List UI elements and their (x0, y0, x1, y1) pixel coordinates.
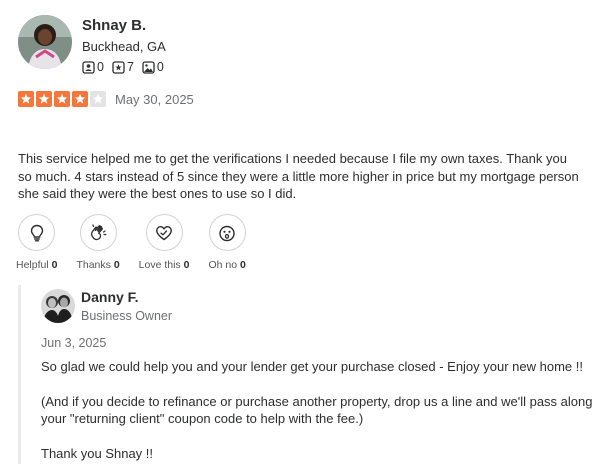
helpful-reaction[interactable]: Helpful 0 (16, 214, 57, 271)
reviews-count: 7 (126, 60, 134, 74)
star-icon (54, 91, 70, 107)
love-this-reaction[interactable]: Love this 0 (138, 214, 190, 271)
oh-no-reaction[interactable]: Oh no 0 (208, 214, 246, 271)
rating-row: May 30, 2025 (18, 91, 194, 107)
owner-response-text: So glad we could help you and your lende… (41, 358, 606, 464)
star-icon (18, 91, 34, 107)
helpful-button[interactable] (18, 214, 56, 251)
review-date: May 30, 2025 (115, 91, 194, 107)
owner-role: Business Owner (81, 309, 173, 323)
reviewer-stats: 0 7 0 (82, 59, 172, 75)
reviewer-name[interactable]: Shnay B. (82, 17, 172, 35)
star-rating (18, 91, 108, 107)
reaction-buttons: Helpful 0 Thanks 0 Love this 0 Oh no 0 (16, 214, 265, 271)
thanks-reaction[interactable]: Thanks 0 (76, 214, 120, 271)
love-this-label: Love this 0 (138, 259, 190, 271)
photos-stat: 0 (142, 59, 164, 75)
photo-icon (142, 60, 155, 74)
reviewer-location: Buckhead, GA (82, 39, 166, 54)
reviewer-avatar[interactable] (18, 15, 72, 69)
star-icon (90, 91, 106, 107)
review-star-icon (112, 60, 125, 74)
owner-avatar[interactable] (41, 289, 75, 323)
heart-icon (156, 225, 172, 240)
owner-response-header: Danny F. Business Owner (41, 289, 172, 323)
star-icon (36, 91, 52, 107)
helpful-label: Helpful 0 (16, 259, 58, 271)
owner-response-paragraph: So glad we could help you and your lende… (41, 359, 583, 374)
surprised-face-icon (219, 225, 235, 241)
thanks-label: Thanks 0 (76, 259, 120, 271)
lightbulb-icon (30, 224, 43, 241)
review-text: This service helped me to get the verifi… (18, 151, 579, 201)
owner-response-paragraph: Thank you Shnay !! (41, 445, 154, 461)
owner-response-paragraph: (And if you decide to refinance or purch… (41, 393, 593, 427)
thanks-button[interactable] (79, 214, 117, 251)
owner-response-date: Jun 3, 2025 (41, 336, 107, 350)
clapping-hands-icon (91, 223, 107, 240)
friends-count: 0 (97, 60, 104, 74)
owner-name[interactable]: Danny F. (81, 289, 172, 306)
friends-stat: 0 (82, 59, 104, 75)
reviews-stat: 7 (112, 59, 134, 75)
oh-no-label: Oh no 0 (208, 259, 246, 271)
photos-count: 0 (156, 60, 164, 74)
owner-response-divider (18, 285, 21, 464)
friends-icon (82, 60, 95, 74)
love-this-button[interactable] (145, 214, 183, 251)
oh-no-button[interactable] (208, 214, 246, 251)
reviewer-header: Shnay B. Buckhead, GA 0 7 0 (18, 15, 172, 75)
star-icon (72, 91, 88, 107)
